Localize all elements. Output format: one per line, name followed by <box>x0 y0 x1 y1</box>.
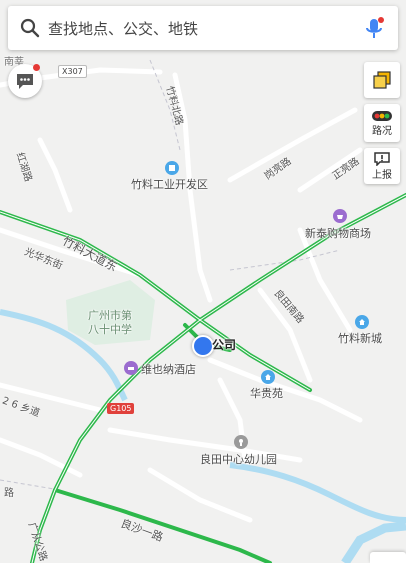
poi-huagui-yuan-label[interactable]: 华贵苑 <box>250 385 283 401</box>
map-canvas[interactable] <box>0 0 406 563</box>
poi-xintai-mall-label[interactable]: 新泰购物商场 <box>305 225 371 241</box>
road-label-left-partial: 路 <box>4 488 14 499</box>
chat-bubble-icon <box>15 72 35 90</box>
company-label[interactable]: 公司 <box>212 336 236 353</box>
x307-shield: X307 <box>58 65 87 78</box>
poi-zhuliao-xincheng-label[interactable]: 竹料新城 <box>338 330 382 346</box>
bottom-right-control[interactable] <box>370 552 406 563</box>
poi-xintai-mall-icon[interactable] <box>333 209 347 223</box>
traffic-label: 路况 <box>372 125 392 137</box>
microphone-icon[interactable] <box>364 17 384 45</box>
poi-kindergarten-icon[interactable] <box>234 435 248 449</box>
poi-huagui-yuan-icon[interactable] <box>261 370 275 384</box>
search-bar[interactable]: 查找地点、公交、地铁 <box>8 6 398 50</box>
poi-zhuliao-industrial-icon[interactable] <box>165 161 179 175</box>
message-button[interactable] <box>8 64 42 98</box>
report-label: 上报 <box>372 169 392 181</box>
search-input[interactable]: 查找地点、公交、地铁 <box>48 18 198 39</box>
poi-zhuliao-xincheng-icon[interactable] <box>355 315 369 329</box>
search-icon[interactable] <box>20 18 40 38</box>
g105-shield: G105 <box>107 403 135 414</box>
layers-button[interactable] <box>364 62 400 98</box>
poi-zhuliao-industrial-label[interactable]: 竹料工业开发区 <box>131 176 208 192</box>
notification-dot <box>33 64 40 71</box>
location-marker[interactable] <box>192 335 214 357</box>
traffic-button[interactable]: 路况 <box>364 104 400 142</box>
traffic-light-icon <box>371 110 393 122</box>
poi-school-label-line2[interactable]: 八十中学 <box>88 321 132 337</box>
report-button[interactable]: 上报 <box>364 148 400 184</box>
poi-kindergarten-label[interactable]: 良田中心幼儿园 <box>200 451 277 467</box>
poi-vienna-hotel-icon[interactable] <box>124 361 138 375</box>
layers-icon <box>372 70 392 90</box>
report-icon <box>374 151 390 166</box>
poi-vienna-hotel-label[interactable]: 维也纳酒店 <box>141 361 196 377</box>
